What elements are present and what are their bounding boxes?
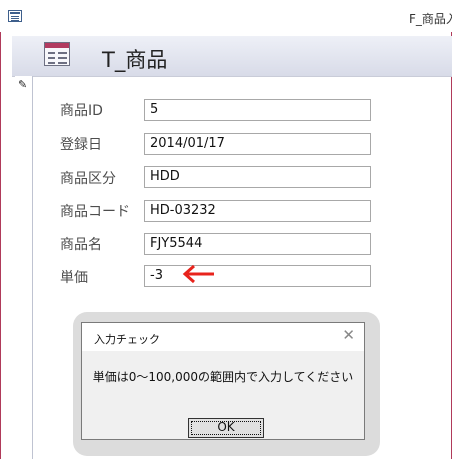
dialog-title: 入力チェック bbox=[94, 333, 160, 346]
window-title: F_商品入 bbox=[409, 12, 452, 26]
dialog-titlebar: 入力チェック ✕ bbox=[82, 323, 364, 351]
form-header bbox=[12, 36, 452, 77]
input-check-dialog: 入力チェック ✕ 単価は0～100,000の範囲内で入力してください OK bbox=[81, 322, 365, 440]
unit-price-field[interactable]: -3 bbox=[144, 265, 371, 287]
dialog-message: 単価は0～100,000の範囲内で入力してください bbox=[92, 370, 354, 384]
close-icon[interactable]: ✕ bbox=[342, 328, 355, 343]
product-code-field[interactable]: HD-03232 bbox=[144, 200, 371, 222]
label-product-name: 商品名 bbox=[60, 237, 102, 253]
label-unit-price: 単価 bbox=[60, 270, 88, 286]
table-icon bbox=[44, 42, 70, 66]
ok-button[interactable]: OK bbox=[188, 418, 264, 438]
product-id-field[interactable]: 5 bbox=[144, 99, 371, 121]
form-icon bbox=[8, 10, 22, 22]
label-product-id: 商品ID bbox=[60, 103, 103, 119]
form-header-title: T_商品 bbox=[102, 48, 168, 72]
label-registration-date: 登録日 bbox=[60, 137, 102, 153]
product-category-field[interactable]: HDD bbox=[144, 166, 371, 188]
registration-date-field[interactable]: 2014/01/17 bbox=[144, 133, 371, 155]
label-product-category: 商品区分 bbox=[60, 171, 116, 187]
product-name-field[interactable]: FJY5544 bbox=[144, 233, 371, 255]
red-arrow-icon bbox=[182, 264, 214, 284]
pencil-icon: ✎ bbox=[18, 78, 28, 91]
label-product-code: 商品コード bbox=[60, 204, 130, 220]
record-selector[interactable]: ✎ bbox=[15, 76, 33, 459]
window-titlebar: F_商品入 bbox=[0, 0, 452, 32]
